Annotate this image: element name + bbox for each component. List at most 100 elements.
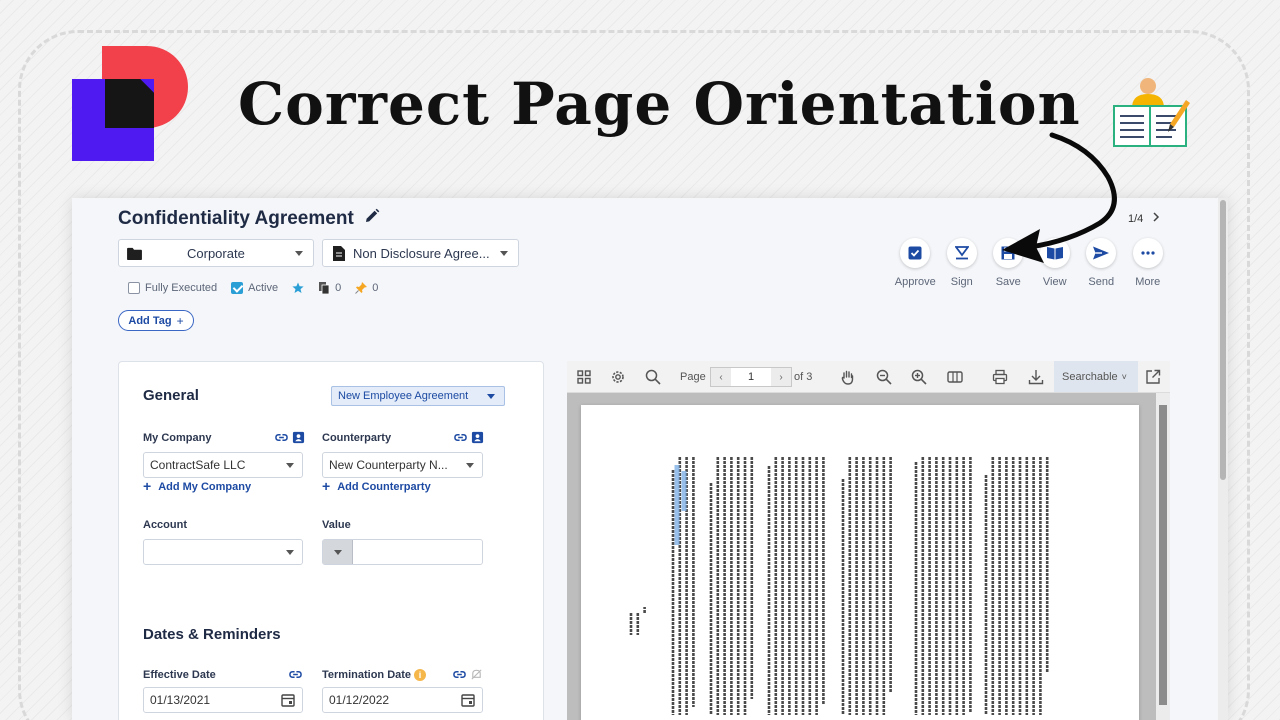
- send-icon: [1086, 238, 1117, 268]
- calendar-icon[interactable]: [281, 693, 295, 710]
- add-counterparty-label: Add Counterparty: [337, 481, 431, 493]
- page-layout-icon[interactable]: [947, 369, 963, 385]
- contact-card-icon[interactable]: [471, 431, 484, 449]
- link-icon[interactable]: [453, 668, 466, 686]
- pdf-scrollbar[interactable]: [1156, 393, 1170, 720]
- effective-date-input[interactable]: 01/13/2021: [143, 687, 303, 713]
- add-my-company-label: Add My Company: [158, 481, 252, 493]
- approve-button[interactable]: Approve: [892, 238, 939, 288]
- info-icon[interactable]: i: [414, 669, 427, 681]
- more-button[interactable]: More: [1125, 238, 1172, 288]
- next-record-icon[interactable]: [1151, 212, 1161, 225]
- documents-icon[interactable]: [318, 282, 330, 294]
- text-highlight: [681, 471, 687, 511]
- currency-dropdown[interactable]: [323, 540, 353, 564]
- pin-icon[interactable]: [355, 282, 368, 294]
- record-pager-text: 1/4: [1128, 212, 1144, 225]
- folder-icon: [127, 247, 142, 263]
- next-page-button[interactable]: ›: [771, 368, 791, 386]
- document-title: Confidentiality Agreement: [118, 208, 380, 230]
- save-label: Save: [995, 276, 1021, 288]
- settings-gear-icon[interactable]: [610, 369, 626, 385]
- page-count-label: of 3: [794, 371, 813, 383]
- star-icon[interactable]: [292, 282, 304, 294]
- bell-off-icon[interactable]: [470, 668, 483, 686]
- send-button[interactable]: Send: [1078, 238, 1125, 288]
- chevron-down-icon: [487, 394, 495, 399]
- contract-app-window: Confidentiality Agreement 1/4 Corporate …: [72, 198, 1228, 720]
- link-icon[interactable]: [275, 431, 288, 449]
- calendar-icon[interactable]: [461, 693, 475, 710]
- action-toolbar: Approve Sign Save View Send More: [892, 238, 1171, 288]
- template-select[interactable]: New Employee Agreement: [331, 386, 505, 406]
- rotated-text-columns: [629, 457, 1049, 715]
- thumbnails-icon[interactable]: [576, 369, 592, 385]
- document-title-text: Confidentiality Agreement: [118, 208, 354, 229]
- open-external-icon[interactable]: [1145, 369, 1161, 385]
- page-navigator: ‹ 1 ›: [710, 367, 792, 387]
- searchable-dropdown[interactable]: Searchable ˅: [1054, 361, 1138, 392]
- view-button[interactable]: View: [1032, 238, 1079, 288]
- termination-date-input[interactable]: 01/12/2022: [322, 687, 483, 713]
- document-type-select[interactable]: Non Disclosure Agree...: [322, 239, 519, 267]
- fully-executed-checkbox[interactable]: [128, 282, 140, 294]
- document-type-value: Non Disclosure Agree...: [353, 246, 490, 261]
- add-my-company-link[interactable]: + Add My Company: [143, 478, 252, 494]
- general-section-title: General: [143, 387, 199, 404]
- zoom-out-icon[interactable]: [876, 369, 892, 385]
- contact-card-icon[interactable]: [292, 431, 305, 449]
- add-tag-button[interactable]: Add Tag +: [118, 310, 194, 331]
- termination-date-label-text: Termination Date: [322, 669, 412, 681]
- folder-select-value: Corporate: [187, 246, 245, 261]
- account-label: Account: [143, 519, 187, 531]
- termination-date-label: Termination Date i: [322, 669, 427, 681]
- link-icon[interactable]: [454, 431, 467, 449]
- pan-hand-icon[interactable]: [840, 369, 856, 385]
- active-checkbox[interactable]: [231, 282, 244, 294]
- pins-count: 0: [372, 282, 379, 294]
- link-icon[interactable]: [289, 668, 302, 681]
- view-label: View: [1042, 276, 1067, 288]
- approve-icon: [900, 238, 931, 268]
- chevron-down-icon: [295, 251, 303, 256]
- page-label: Page: [680, 371, 706, 383]
- banner-headline: Correct Page Orientation: [238, 70, 1081, 138]
- termination-date-value: 01/12/2022: [329, 693, 390, 707]
- folder-select[interactable]: Corporate: [118, 239, 314, 267]
- edit-title-icon[interactable]: [364, 208, 380, 230]
- counterparty-select[interactable]: New Counterparty N...: [322, 452, 483, 478]
- my-company-field-icons: [275, 431, 305, 449]
- search-icon[interactable]: [645, 369, 661, 385]
- active-label: Active: [248, 282, 279, 294]
- add-counterparty-link[interactable]: + Add Counterparty: [322, 479, 431, 493]
- template-select-value: New Employee Agreement: [338, 390, 469, 402]
- termination-date-icons: [453, 668, 483, 686]
- previous-page-button[interactable]: ‹: [711, 368, 731, 386]
- save-icon: [993, 238, 1024, 268]
- sign-button[interactable]: Sign: [939, 238, 986, 288]
- account-select[interactable]: [143, 539, 303, 565]
- documents-count: 0: [335, 282, 342, 294]
- app-scrollbar-thumb[interactable]: [1220, 200, 1226, 480]
- fully-executed-label: Fully Executed: [145, 282, 218, 294]
- download-icon[interactable]: [1028, 369, 1044, 385]
- my-company-value: ContractSafe LLC: [150, 458, 246, 472]
- pdf-canvas-area[interactable]: [567, 393, 1170, 720]
- plus-icon: +: [143, 478, 152, 494]
- send-label: Send: [1088, 276, 1115, 288]
- chevron-down-icon: [466, 463, 474, 468]
- save-button[interactable]: Save: [985, 238, 1032, 288]
- my-company-select[interactable]: ContractSafe LLC: [143, 452, 303, 478]
- add-tag-label: Add Tag: [128, 314, 172, 327]
- print-icon[interactable]: [992, 369, 1008, 385]
- plus-icon: +: [176, 313, 184, 328]
- value-input[interactable]: [322, 539, 483, 565]
- value-label: Value: [322, 519, 351, 531]
- approve-label: Approve: [894, 276, 936, 288]
- chevron-down-icon: ˅: [1121, 371, 1127, 382]
- pdf-scrollbar-thumb[interactable]: [1159, 405, 1167, 705]
- zoom-in-icon[interactable]: [911, 369, 927, 385]
- chevron-down-icon: [286, 463, 294, 468]
- page-number-input[interactable]: 1: [731, 368, 771, 386]
- app-scrollbar[interactable]: [1218, 198, 1228, 720]
